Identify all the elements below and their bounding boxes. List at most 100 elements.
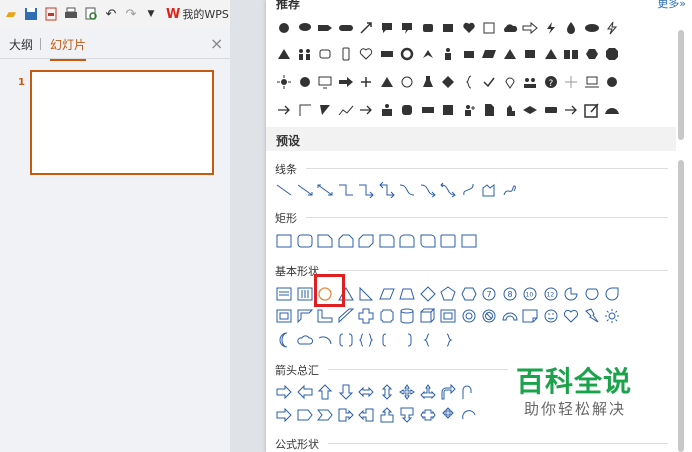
- preset-scrollbar[interactable]: [678, 160, 684, 452]
- right-bracket-shape-icon[interactable]: [397, 330, 418, 350]
- striped-arrow-icon[interactable]: [336, 72, 357, 92]
- filled-circle-icon[interactable]: [602, 72, 623, 92]
- striped-right-arrow-shape-icon[interactable]: [274, 405, 295, 425]
- filled-rect-icon[interactable]: [438, 18, 459, 38]
- trapezoid-shape-icon[interactable]: [397, 284, 418, 304]
- half-frame-shape-icon[interactable]: [295, 306, 316, 326]
- filled-circle-icon[interactable]: [295, 72, 316, 92]
- frame-shape-icon[interactable]: [274, 306, 295, 326]
- diamond-flat-icon[interactable]: [520, 100, 541, 120]
- triangle-icon[interactable]: [274, 44, 295, 64]
- mound-icon[interactable]: [602, 100, 623, 120]
- scroll-icon[interactable]: [315, 44, 336, 64]
- slide-thumbnail[interactable]: [30, 70, 214, 175]
- pentagon-arrow-shape-icon[interactable]: [295, 405, 316, 425]
- up-down-arrow-shape-icon[interactable]: [377, 382, 398, 402]
- callout-icon[interactable]: [377, 18, 398, 38]
- recent-scrollbar[interactable]: [678, 30, 684, 140]
- snip-same-side-rectangle-shape-icon[interactable]: [336, 231, 357, 251]
- triangle-icon[interactable]: [541, 44, 562, 64]
- double-brace-shape-icon[interactable]: [356, 330, 377, 350]
- cloud-shape-icon[interactable]: [295, 330, 316, 350]
- flask-icon[interactable]: [418, 72, 439, 92]
- cloud-icon[interactable]: [500, 18, 521, 38]
- print-preview-icon[interactable]: [82, 5, 100, 23]
- tab-outline[interactable]: 大纲: [9, 36, 33, 53]
- elbow-connector-shape-icon[interactable]: [336, 180, 357, 200]
- wedge-icon[interactable]: [315, 100, 336, 120]
- ellipse-icon[interactable]: [582, 18, 603, 38]
- bolt-outline-icon[interactable]: [602, 18, 623, 38]
- speech-bubble-icon[interactable]: [295, 18, 316, 38]
- pentagon-arrow-icon[interactable]: [315, 18, 336, 38]
- up-arrow-shape-icon[interactable]: [315, 382, 336, 402]
- circle-outline-icon[interactable]: [397, 72, 418, 92]
- round-corner-rectangle-shape-icon[interactable]: [377, 231, 398, 251]
- arrow-right-outline-icon[interactable]: [520, 18, 541, 38]
- left-right-arrow-callout-shape-icon[interactable]: [418, 405, 439, 425]
- close-icon[interactable]: ×: [210, 34, 223, 53]
- edit-box-icon[interactable]: [582, 100, 603, 120]
- location-pin-icon[interactable]: [500, 72, 521, 92]
- rounded-rectangle-shape-icon[interactable]: [295, 231, 316, 251]
- moon-shape-icon[interactable]: [274, 330, 295, 350]
- decagon-shape-icon[interactable]: 10: [520, 284, 541, 304]
- double-bracket-shape-icon[interactable]: [336, 330, 357, 350]
- group-icon[interactable]: [377, 100, 398, 120]
- dropdown-arrow-icon[interactable]: ▼: [142, 5, 160, 23]
- vertical-text-box-shape-icon[interactable]: [295, 284, 316, 304]
- print-icon[interactable]: [62, 5, 80, 23]
- octagon-icon[interactable]: [602, 44, 623, 64]
- wide-rect-icon[interactable]: [541, 100, 562, 120]
- arrow-line-shape-icon[interactable]: [295, 180, 316, 200]
- people-icon[interactable]: [295, 44, 316, 64]
- undo-icon[interactable]: ↶: [102, 5, 120, 23]
- arrow-right-icon[interactable]: [561, 100, 582, 120]
- team-icon[interactable]: [520, 72, 541, 92]
- left-right-up-arrow-shape-icon[interactable]: [418, 382, 439, 402]
- block-arc-shape-icon[interactable]: [500, 306, 521, 326]
- quad-arrow-shape-icon[interactable]: [397, 382, 418, 402]
- polyline-icon[interactable]: [336, 100, 357, 120]
- square-outline-icon[interactable]: [479, 18, 500, 38]
- down-arrow-callout-shape-icon[interactable]: [397, 405, 418, 425]
- brace-icon[interactable]: [459, 72, 480, 92]
- lightning-bolt-shape-icon[interactable]: [582, 306, 603, 326]
- person-icon[interactable]: [438, 44, 459, 64]
- chevron-shape-icon[interactable]: [315, 405, 336, 425]
- line-arrow-icon[interactable]: [356, 18, 377, 38]
- smiley-face-shape-icon[interactable]: [541, 306, 562, 326]
- cube-shape-icon[interactable]: [418, 306, 439, 326]
- snip-diagonal-rectangle-shape-icon[interactable]: [356, 231, 377, 251]
- redo-icon[interactable]: ↷: [122, 5, 140, 23]
- pentagon-shape-icon[interactable]: [438, 284, 459, 304]
- dark-rect-icon[interactable]: [520, 44, 541, 64]
- diagonal-stripe-shape-icon[interactable]: [336, 306, 357, 326]
- diamond-shape-icon[interactable]: [418, 284, 439, 304]
- hexagon-shape-icon[interactable]: [459, 284, 480, 304]
- left-bracket-shape-icon[interactable]: [377, 330, 398, 350]
- arc-shape-icon[interactable]: [315, 330, 336, 350]
- arrow-right-icon[interactable]: [356, 100, 377, 120]
- laptop-icon[interactable]: [582, 72, 603, 92]
- cross-shape-icon[interactable]: [356, 306, 377, 326]
- hexagon-icon[interactable]: [582, 44, 603, 64]
- rectangle-alt-shape-icon[interactable]: [459, 231, 480, 251]
- pie-shape-icon[interactable]: [561, 284, 582, 304]
- right-triangle-shape-icon[interactable]: [356, 284, 377, 304]
- sun-icon[interactable]: [274, 72, 295, 92]
- save-icon[interactable]: [22, 5, 40, 23]
- hand-icon[interactable]: [500, 100, 521, 120]
- rectangle-shape-icon[interactable]: [274, 231, 295, 251]
- heptagon-shape-icon[interactable]: 7: [479, 284, 500, 304]
- donut-shape-icon[interactable]: [459, 306, 480, 326]
- triangle-icon[interactable]: [377, 72, 398, 92]
- person-plus-icon[interactable]: [459, 100, 480, 120]
- phone-icon[interactable]: [336, 44, 357, 64]
- chord-shape-icon[interactable]: [582, 284, 603, 304]
- rounded-rect-icon[interactable]: [418, 18, 439, 38]
- octagon-shape-icon[interactable]: 8: [500, 284, 521, 304]
- chevron-up-icon[interactable]: [418, 44, 439, 64]
- teardrop-icon[interactable]: [561, 18, 582, 38]
- folded-corner-shape-icon[interactable]: [520, 306, 541, 326]
